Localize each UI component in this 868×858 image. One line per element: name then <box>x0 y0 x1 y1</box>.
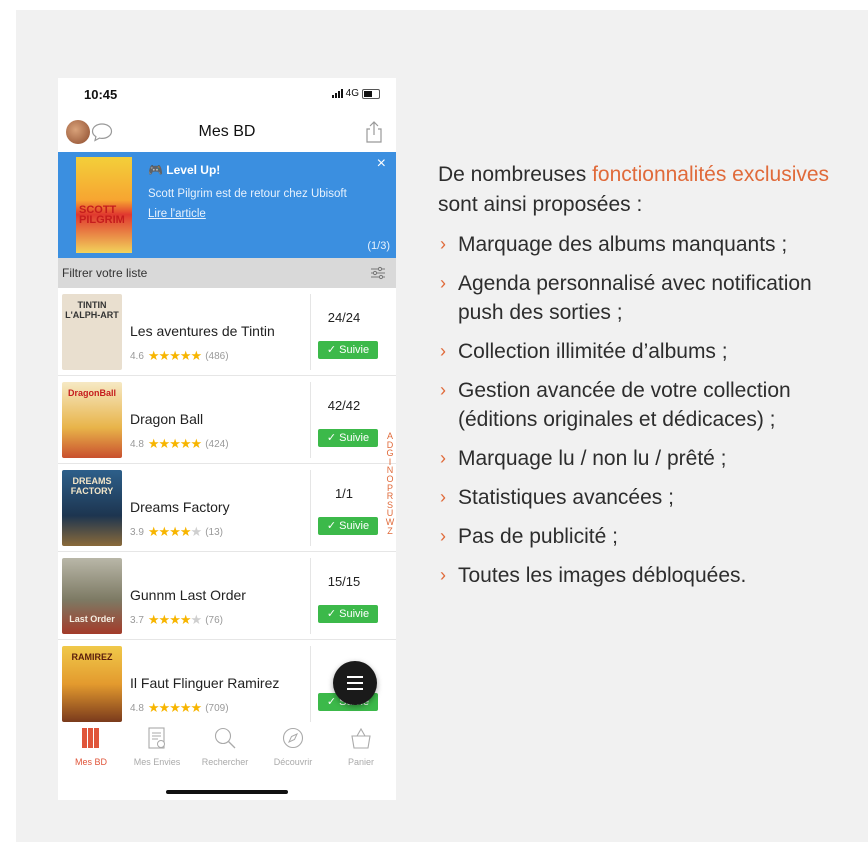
search-icon <box>214 727 236 749</box>
album-rating: 4.8 ★★★★★ (424) <box>130 436 229 451</box>
tab-mes-envies[interactable]: Mes Envies <box>124 726 190 767</box>
album-cover: DragonBall <box>62 382 122 458</box>
battery-icon <box>362 88 380 99</box>
status-bar: 10:45 4G <box>58 78 396 110</box>
chevron-right-icon: › <box>440 487 446 507</box>
list-item[interactable]: TINTIN L'ALPH-ART Les aventures de Tinti… <box>58 288 396 376</box>
album-cover: RAMIREZ <box>62 646 122 722</box>
network-label: 4G <box>345 88 359 99</box>
album-list: TINTIN L'ALPH-ART Les aventures de Tinti… <box>58 288 396 726</box>
feature-item: › Collection illimitée d’albums ; <box>438 337 858 366</box>
tab-decouvrir[interactable]: Découvrir <box>260 726 326 767</box>
feature-item: › Toutes les images débloquées. <box>438 561 858 590</box>
album-rating: 4.8 ★★★★★ (709) <box>130 700 229 715</box>
banner-read-link[interactable]: Lire l'article <box>148 208 206 220</box>
filter-bar[interactable]: Filtrer votre liste <box>58 258 396 288</box>
signal-icon <box>331 89 343 98</box>
album-title: Gunnm Last Order <box>130 587 246 603</box>
rating-stars-icon: ★★★★★ <box>147 700 202 715</box>
album-count: 42/42 <box>327 398 361 413</box>
feature-item: › Pas de publicité ; <box>438 522 858 551</box>
album-title: Les aventures de Tintin <box>130 323 275 339</box>
close-icon[interactable]: × <box>377 155 386 173</box>
rating-stars-icon: ★★★★★ <box>147 436 202 451</box>
banner-text: Scott Pilgrim est de retour chez Ubisoft <box>148 188 347 200</box>
tab-mes-bd[interactable]: Mes BD <box>58 726 124 767</box>
status-time: 10:45 <box>84 87 118 102</box>
phone-screen: 10:45 4G Mes BD SCOTT PILGRIM 🎮 Level Up… <box>58 78 396 800</box>
compass-icon <box>282 727 304 749</box>
album-title: Dragon Ball <box>130 411 204 427</box>
banner-cover-image: SCOTT PILGRIM <box>76 157 132 253</box>
sliders-icon[interactable] <box>370 266 386 285</box>
feature-item: › Marquage des albums manquants ; <box>438 230 858 259</box>
album-cover: Last Order <box>62 558 122 634</box>
follow-button[interactable]: ✓ Suivie <box>318 517 378 535</box>
feature-item: › Statistiques avancées ; <box>438 483 858 512</box>
tab-rechercher[interactable]: Rechercher <box>192 726 258 767</box>
feature-item: › Agenda personnalisé avec notification p… <box>438 269 858 327</box>
list-item[interactable]: Last Order Gunnm Last Order 3.7 ★★★★★ (76)… <box>58 552 396 640</box>
tab-bar: Mes BD Mes Envies Rechercher Découvrir P… <box>58 724 396 772</box>
album-title: Dreams Factory <box>130 499 230 515</box>
tab-panier[interactable]: Panier <box>328 726 394 767</box>
chevron-right-icon: › <box>440 341 446 361</box>
banner-counter: (1/3) <box>367 240 390 252</box>
album-cover: DREAMS FACTORY <box>62 470 122 546</box>
rating-stars-icon: ★★★★★ <box>147 524 202 539</box>
feature-description: De nombreuses fonctionnalités exclusives… <box>438 160 858 600</box>
promo-banner[interactable]: SCOTT PILGRIM 🎮 Level Up! Scott Pilgrim … <box>58 152 396 258</box>
books-icon <box>82 728 99 748</box>
intro-highlight: fonctionnalités exclusives <box>592 163 830 186</box>
home-indicator <box>166 790 288 794</box>
alphabet-index[interactable]: ADGI NOPR SUWZ <box>385 432 395 535</box>
chevron-right-icon: › <box>440 273 446 293</box>
chevron-right-icon: › <box>440 526 446 546</box>
album-count: 15/15 <box>327 574 361 589</box>
album-rating: 3.7 ★★★★★ (76) <box>130 612 223 627</box>
list-item[interactable]: DREAMS FACTORY Dreams Factory 3.9 ★★★★★ (1… <box>58 464 396 552</box>
basket-icon <box>351 727 371 749</box>
feature-item: › Gestion avancée de votre collection (éd… <box>438 376 858 434</box>
rating-stars-icon: ★★★★★ <box>147 348 202 363</box>
album-count: 1/1 <box>334 486 354 501</box>
intro-text: De nombreuses fonctionnalités exclusives… <box>438 163 830 216</box>
chevron-right-icon: › <box>440 380 446 400</box>
list-item[interactable]: DragonBall Dragon Ball 4.8 ★★★★★ (424) 42/… <box>58 376 396 464</box>
rating-stars-icon: ★★★★★ <box>147 612 202 627</box>
menu-fab-button[interactable] <box>333 661 377 705</box>
album-count: 24/24 <box>327 310 361 325</box>
follow-button[interactable]: ✓ Suivie <box>318 429 378 447</box>
album-rating: 4.6 ★★★★★ (486) <box>130 348 229 363</box>
nav-bar: Mes BD <box>58 116 396 150</box>
filter-label: Filtrer votre liste <box>62 266 148 280</box>
album-title: Il Faut Flinguer Ramirez <box>130 675 280 691</box>
feature-item: › Marquage lu / non lu / prêté ; <box>438 444 858 473</box>
follow-button[interactable]: ✓ Suivie <box>318 341 378 359</box>
banner-tag: 🎮 Level Up! <box>148 163 221 177</box>
wishlist-icon <box>148 727 165 749</box>
page-title: Mes BD <box>198 123 256 140</box>
album-rating: 3.9 ★★★★★ (13) <box>130 524 223 539</box>
banner-cover-title: SCOTT PILGRIM <box>79 204 125 226</box>
follow-button[interactable]: ✓ Suivie <box>318 605 378 623</box>
chevron-right-icon: › <box>440 448 446 468</box>
album-cover: TINTIN L'ALPH-ART <box>62 294 122 370</box>
chevron-right-icon: › <box>440 565 446 585</box>
chevron-right-icon: › <box>440 234 446 254</box>
status-indicators: 4G <box>331 88 380 99</box>
feature-list: › Marquage des albums manquants ; › Agenda… <box>438 230 858 590</box>
share-icon[interactable] <box>364 120 384 149</box>
